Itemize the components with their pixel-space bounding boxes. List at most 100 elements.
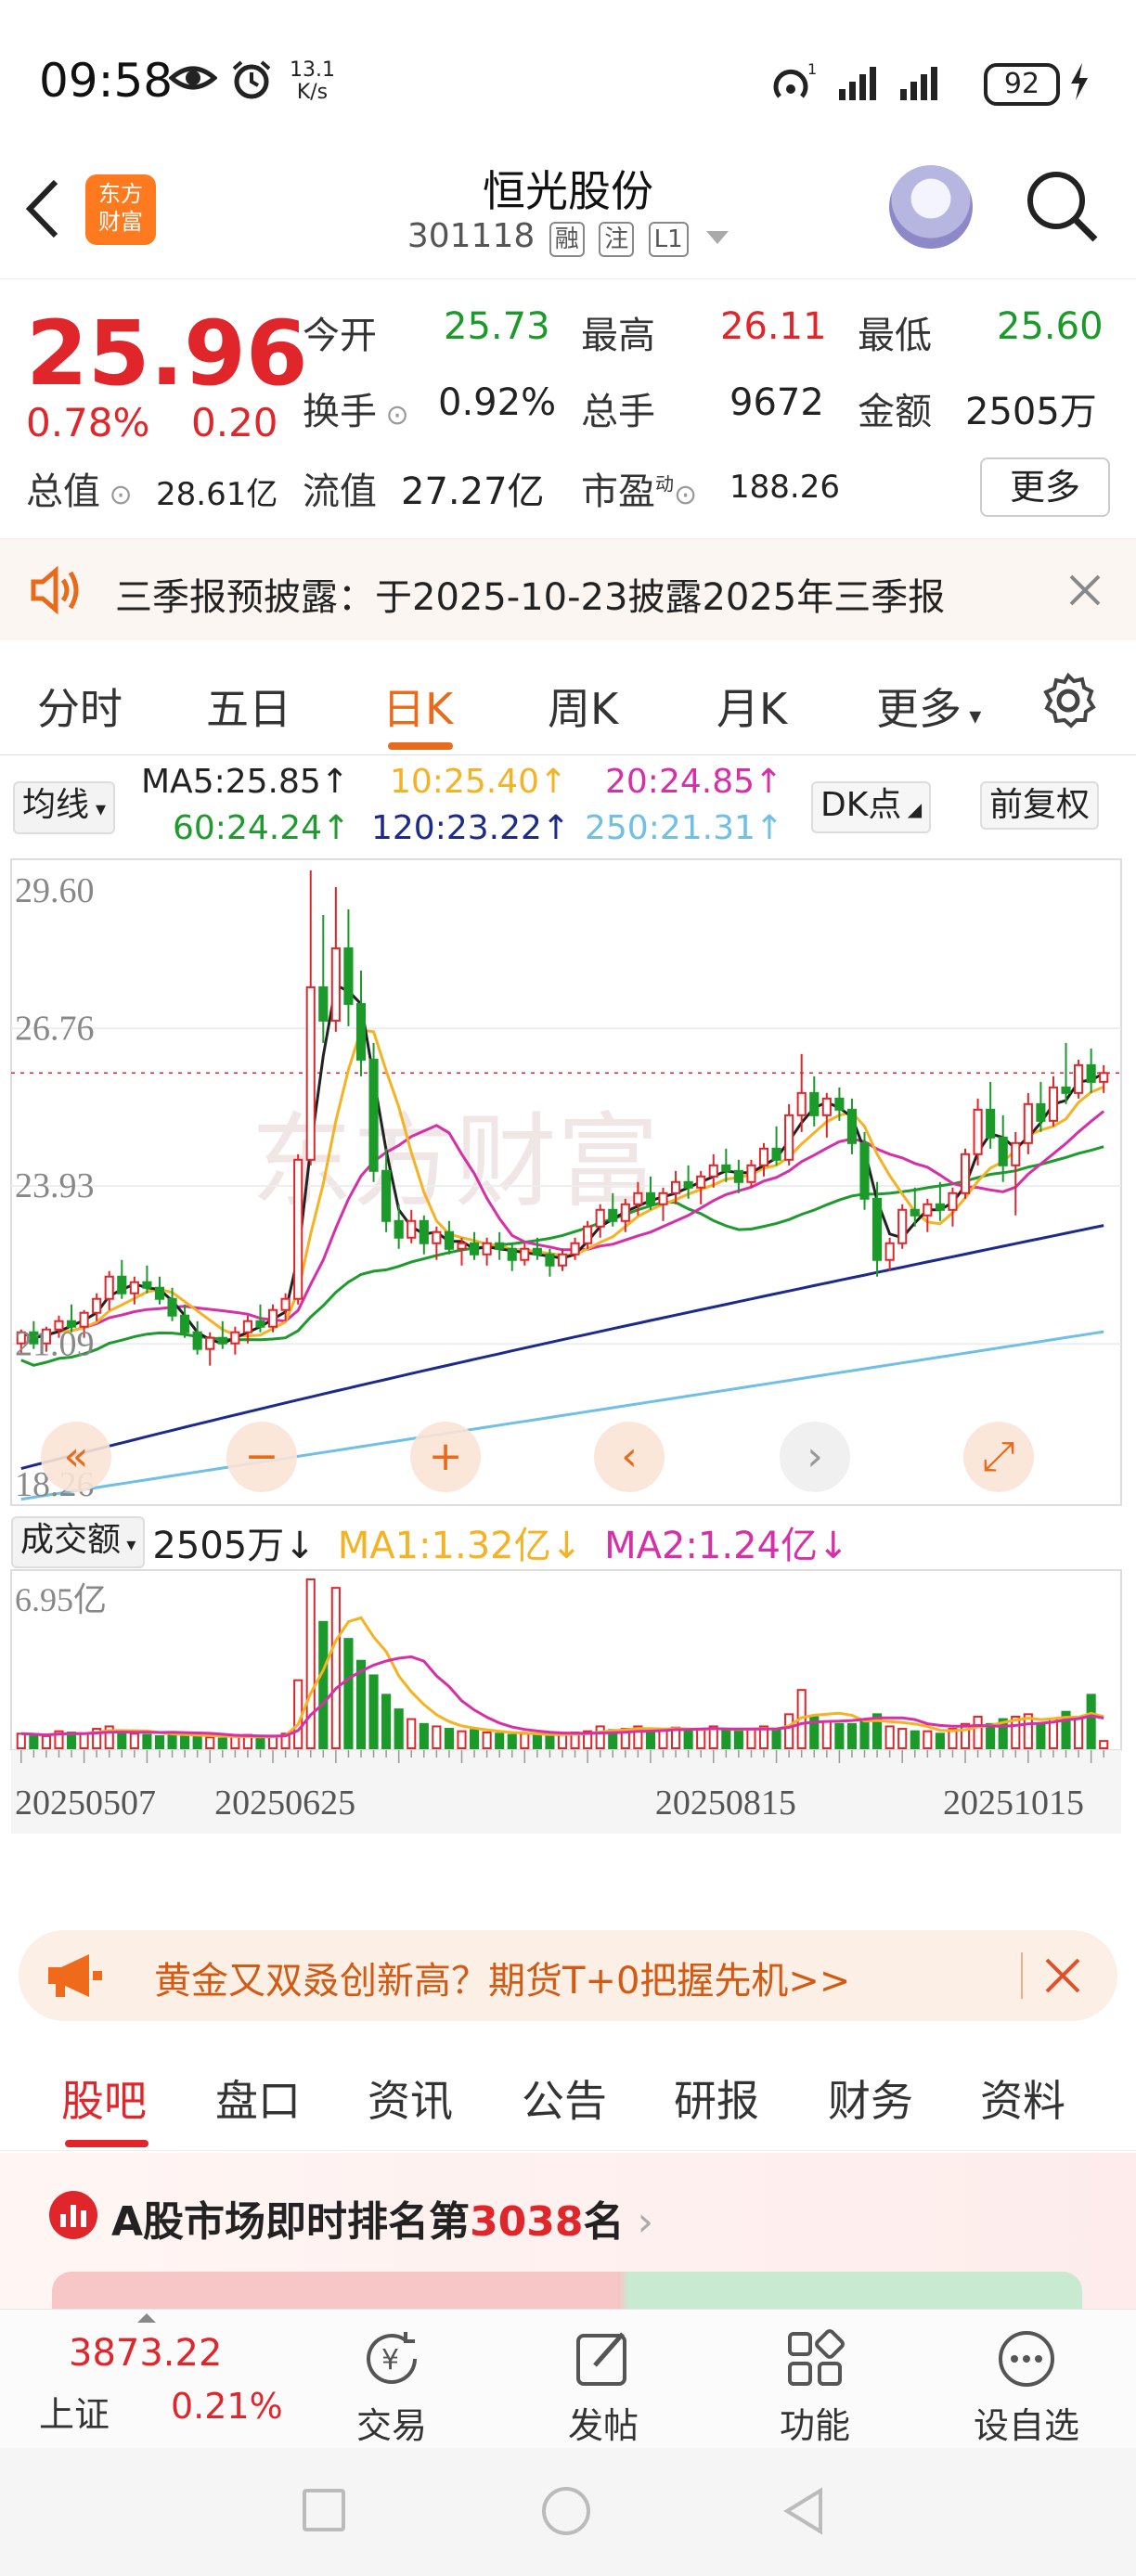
- nav-functions[interactable]: 功能: [741, 2326, 889, 2448]
- tab-five-day[interactable]: 五日: [206, 676, 291, 737]
- volume-bar: [381, 1694, 392, 1749]
- candle-body: [809, 1091, 820, 1116]
- candle-body: [910, 1208, 920, 1217]
- step-right-button[interactable]: ›: [780, 1422, 850, 1492]
- zoom-out-button[interactable]: −: [226, 1422, 297, 1492]
- volume-bar: [330, 1587, 341, 1749]
- candle-body: [355, 1002, 367, 1061]
- total-value-label[interactable]: 总值 ⊙: [26, 461, 133, 515]
- tab-guba[interactable]: 股吧: [61, 2067, 147, 2129]
- low-label: 最低: [858, 315, 932, 357]
- notice-bar[interactable]: 三季报预披露：于2025-10-23披露2025年三季报: [0, 538, 1136, 640]
- fast-back-icon: «: [64, 1433, 89, 1480]
- candle-body: [733, 1169, 743, 1183]
- volume-bar: [986, 1722, 996, 1749]
- high-label: 最高: [581, 315, 655, 357]
- volume-bar: [884, 1725, 895, 1749]
- index-expand-icon[interactable]: [137, 2313, 156, 2323]
- change-amount: 0.20: [191, 400, 278, 445]
- candle-body: [1086, 1063, 1096, 1083]
- index-value[interactable]: 3873.22: [69, 2332, 222, 2375]
- tab-weekly-k[interactable]: 周K: [548, 676, 618, 737]
- recents-icon[interactable]: [303, 2489, 345, 2531]
- candle-body: [520, 1247, 530, 1261]
- nav-post[interactable]: 发帖: [529, 2326, 678, 2448]
- turnover-label[interactable]: 换手 ⊙: [303, 381, 409, 435]
- margin-tag: 融: [549, 222, 585, 257]
- low-value: 25.60: [997, 305, 1104, 348]
- x-axis-label: 20250507: [15, 1784, 156, 1823]
- tab-daily-k[interactable]: 日K: [382, 676, 453, 737]
- close-icon[interactable]: [1067, 573, 1103, 612]
- tab-order-book[interactable]: 盘口: [215, 2067, 301, 2129]
- candle-body: [381, 1169, 392, 1222]
- fullscreen-icon: ⤢: [982, 1433, 1014, 1480]
- tab-more[interactable]: 更多 ▾: [876, 676, 981, 737]
- volume-bar: [305, 1578, 316, 1749]
- volume-bar: [645, 1730, 656, 1750]
- home-icon[interactable]: [542, 2487, 590, 2535]
- close-banner-icon[interactable]: [1043, 1956, 1082, 1999]
- chevron-down-icon: [706, 231, 729, 244]
- candle-body: [557, 1253, 568, 1267]
- volume-value: 2505万↓: [152, 1525, 316, 1567]
- more-quote-button[interactable]: 更多: [980, 457, 1110, 517]
- kline-chart[interactable]: 东方财富 29.6026.7623.9321.0918.26 «−+‹›⤢ 6.…: [0, 854, 1136, 1912]
- settings-gear-icon[interactable]: [1039, 672, 1097, 733]
- candle-body: [771, 1147, 781, 1161]
- change-percent: 0.78%: [26, 400, 150, 445]
- volume-bar: [407, 1718, 417, 1750]
- volume-bar: [79, 1732, 89, 1750]
- volume-bar: [205, 1736, 215, 1749]
- assistant-avatar[interactable]: [889, 165, 973, 249]
- candle-body: [696, 1175, 706, 1189]
- yen-refresh-icon: ¥: [359, 2326, 424, 2391]
- volume-bar: [696, 1728, 706, 1749]
- step-left-icon: ‹: [621, 1433, 638, 1480]
- ma-legend: 均线 ▾ MA5:25.85↑ 10:25.40↑ 20:24.85↑ 60:2…: [0, 757, 1136, 850]
- volume-indicator-selector[interactable]: 成交额 ▾: [11, 1516, 146, 1568]
- candle-body: [305, 985, 316, 1161]
- fast-back-button[interactable]: «: [41, 1422, 111, 1492]
- volume-bar: [683, 1730, 693, 1750]
- candle-body: [721, 1164, 731, 1172]
- volume-panel-frame: [10, 1569, 1122, 1751]
- tab-news[interactable]: 资讯: [368, 2067, 453, 2129]
- ma60-value: 60:24.24↑: [173, 809, 351, 847]
- tab-research[interactable]: 研报: [674, 2067, 759, 2129]
- back-nav-icon[interactable]: [780, 2485, 828, 2541]
- search-icon[interactable]: [1023, 167, 1101, 249]
- y-tick-label: 29.60: [15, 871, 95, 910]
- volume-max-label: 6.95亿: [15, 1581, 107, 1618]
- dk-point-button[interactable]: DK点 ◢: [811, 781, 932, 833]
- candle-body: [167, 1297, 177, 1317]
- tab-intraday[interactable]: 分时: [37, 676, 123, 737]
- candle-body: [834, 1097, 845, 1111]
- candle-body: [154, 1286, 165, 1300]
- candle-body: [935, 1203, 945, 1211]
- tab-financials[interactable]: 财务: [828, 2067, 913, 2129]
- volume-bar: [771, 1728, 781, 1749]
- step-left-button[interactable]: ‹: [594, 1422, 665, 1492]
- signal-icon: [835, 61, 984, 106]
- last-price: 25.96: [26, 302, 308, 406]
- candle-body: [998, 1136, 1008, 1166]
- nav-trade[interactable]: ¥ 交易: [317, 2326, 466, 2448]
- candle-body: [293, 1158, 303, 1300]
- tab-monthly-k[interactable]: 月K: [716, 676, 787, 737]
- volume-legend: 成交额 ▾ 2505万↓ MA1:1.32亿↓ MA2:1.24亿↓: [11, 1516, 849, 1568]
- pe-label[interactable]: 市盈动⊙: [581, 461, 697, 515]
- rank-chart-icon: [48, 2190, 98, 2244]
- ad-banner[interactable]: 黄金又双叒创新高？期货T+0把握先机>>: [19, 1930, 1117, 2021]
- nav-watchlist[interactable]: 设自选: [952, 2326, 1101, 2448]
- zoom-in-button[interactable]: +: [410, 1422, 481, 1492]
- tab-profile[interactable]: 资料: [980, 2067, 1065, 2129]
- adjust-price-button[interactable]: 前复权: [980, 781, 1100, 830]
- fullscreen-button[interactable]: ⤢: [963, 1422, 1034, 1492]
- volume-bar: [129, 1732, 139, 1750]
- indicator-selector[interactable]: 均线 ▾: [13, 781, 116, 834]
- candle-body: [960, 1153, 971, 1194]
- market-rank-card[interactable]: A股市场即时排名第3038名 ›: [0, 2153, 1136, 2311]
- tab-announcements[interactable]: 公告: [522, 2067, 607, 2129]
- candle-body: [608, 1208, 618, 1222]
